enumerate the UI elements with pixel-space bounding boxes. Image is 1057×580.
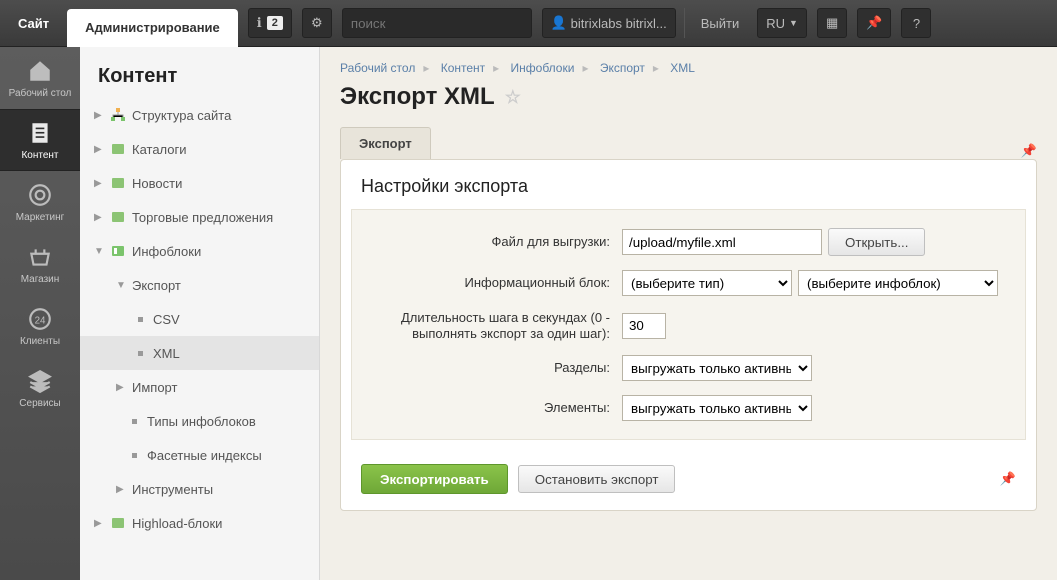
crumb-xml[interactable]: XML (670, 61, 695, 75)
rail-services[interactable]: Сервисы (0, 357, 80, 419)
tree-csv[interactable]: CSV (80, 302, 319, 336)
iblock-icon (110, 243, 126, 259)
tree-news[interactable]: ▶Новости (80, 166, 319, 200)
tree-structure[interactable]: ▶Структура сайта (80, 98, 319, 132)
stop-export-button[interactable]: Остановить экспорт (518, 465, 676, 493)
favorite-star-icon[interactable]: ☆ (505, 87, 521, 108)
folder-icon (110, 141, 126, 157)
crumb-export[interactable]: Экспорт (600, 61, 645, 75)
folder-icon (110, 515, 126, 531)
sitemap-icon (110, 107, 126, 123)
input-step[interactable] (622, 313, 666, 339)
tree-facet[interactable]: Фасетные индексы (80, 438, 319, 472)
chevron-down-icon: ▼ (94, 246, 104, 257)
help-icon: ? (913, 16, 920, 31)
export-button[interactable]: Экспортировать (361, 464, 508, 494)
bullet-icon (132, 419, 137, 424)
tree-iblocks[interactable]: ▼Инфоблоки (80, 234, 319, 268)
rail-shop[interactable]: Магазин (0, 233, 80, 295)
input-file[interactable] (622, 229, 822, 255)
tree-xml[interactable]: XML (80, 336, 319, 370)
sidebar-title: Контент (80, 47, 319, 98)
select-iblock-type[interactable]: (выберите тип) (622, 270, 792, 296)
rail-content[interactable]: Контент (0, 109, 80, 171)
chevron-right-icon: ▶ (94, 110, 104, 121)
rail-clients[interactable]: 24 Клиенты (0, 295, 80, 357)
calendar-button[interactable]: ▦ (817, 8, 847, 38)
tree-ibtypes[interactable]: Типы инфоблоков (80, 404, 319, 438)
rail-desktop[interactable]: Рабочий стол (0, 47, 80, 109)
document-icon (27, 120, 53, 146)
label-sections: Разделы: (362, 360, 622, 376)
tab-admin[interactable]: Администрирование (67, 9, 238, 47)
folder-icon (110, 209, 126, 225)
tab-site[interactable]: Сайт (0, 0, 67, 47)
logout-link[interactable]: Выйти (693, 16, 748, 31)
chevron-right-icon: ▶ (116, 484, 126, 495)
settings-gear-button[interactable]: ⚙ (302, 8, 332, 38)
top-search-input[interactable] (342, 8, 532, 38)
chevron-right-icon: ▶ (94, 144, 104, 155)
info-icon: ℹ (257, 15, 262, 31)
lang-selector[interactable]: RU ▼ (757, 8, 807, 38)
chevron-down-icon: ▼ (116, 280, 126, 291)
tree-highload[interactable]: ▶Highload-блоки (80, 506, 319, 540)
pin-button[interactable]: 📌 (857, 8, 891, 38)
select-iblock[interactable]: (выберите инфоблок) (798, 270, 998, 296)
chevron-down-icon: ▼ (789, 18, 798, 28)
tree-catalogs[interactable]: ▶Каталоги (80, 132, 319, 166)
user-label: bitrixlabs bitrixl... (571, 16, 667, 31)
label-elements: Элементы: (362, 400, 622, 416)
chevron-right-icon: ▶ (94, 178, 104, 189)
select-elements[interactable]: выгружать только активные (622, 395, 812, 421)
bullet-icon (132, 453, 137, 458)
gear-icon: ⚙ (311, 15, 323, 31)
open-file-button[interactable]: Открыть... (828, 228, 925, 256)
tab-pin-icon[interactable]: 📌 (1021, 143, 1037, 159)
chevron-right-icon: ▶ (116, 382, 126, 393)
crumb-desktop[interactable]: Рабочий стол (340, 61, 415, 75)
pin-icon: 📌 (866, 15, 882, 31)
clock-icon: 24 (27, 306, 53, 332)
calendar-icon: ▦ (826, 15, 838, 31)
basket-icon (27, 244, 53, 270)
tab-export[interactable]: Экспорт (340, 127, 431, 159)
label-iblock: Информационный блок: (362, 275, 622, 291)
layers-icon (27, 368, 53, 394)
tree-offers[interactable]: ▶Торговые предложения (80, 200, 319, 234)
bullet-icon (138, 351, 143, 356)
divider (684, 8, 685, 38)
target-icon (27, 182, 53, 208)
panel-title: Настройки экспорта (341, 160, 1036, 209)
breadcrumb: Рабочий стол▸ Контент▸ Инфоблоки▸ Экспор… (320, 47, 1057, 83)
select-sections[interactable]: выгружать только активные (622, 355, 812, 381)
user-icon: 👤 (551, 15, 567, 31)
bullet-icon (138, 317, 143, 322)
folder-icon (110, 175, 126, 191)
svg-text:24: 24 (35, 315, 46, 326)
help-button[interactable]: ? (901, 8, 931, 38)
crumb-content[interactable]: Контент (441, 61, 485, 75)
label-step: Длительность шага в секундах (0 - выполн… (362, 310, 622, 341)
tree-import[interactable]: ▶Импорт (80, 370, 319, 404)
label-file: Файл для выгрузки: (362, 234, 622, 250)
rail-marketing[interactable]: Маркетинг (0, 171, 80, 233)
notifications-button[interactable]: ℹ 2 (248, 8, 292, 38)
tree-export[interactable]: ▼Экспорт (80, 268, 319, 302)
user-button[interactable]: 👤 bitrixlabs bitrixl... (542, 8, 676, 38)
home-icon (27, 58, 53, 84)
page-title: Экспорт XML (340, 83, 495, 111)
chevron-right-icon: ▶ (94, 518, 104, 529)
chevron-right-icon: ▶ (94, 212, 104, 223)
tree-tools[interactable]: ▶Инструменты (80, 472, 319, 506)
notification-count: 2 (267, 16, 283, 30)
panel-pin-icon[interactable]: 📌 (1000, 471, 1016, 487)
crumb-iblocks[interactable]: Инфоблоки (511, 61, 575, 75)
